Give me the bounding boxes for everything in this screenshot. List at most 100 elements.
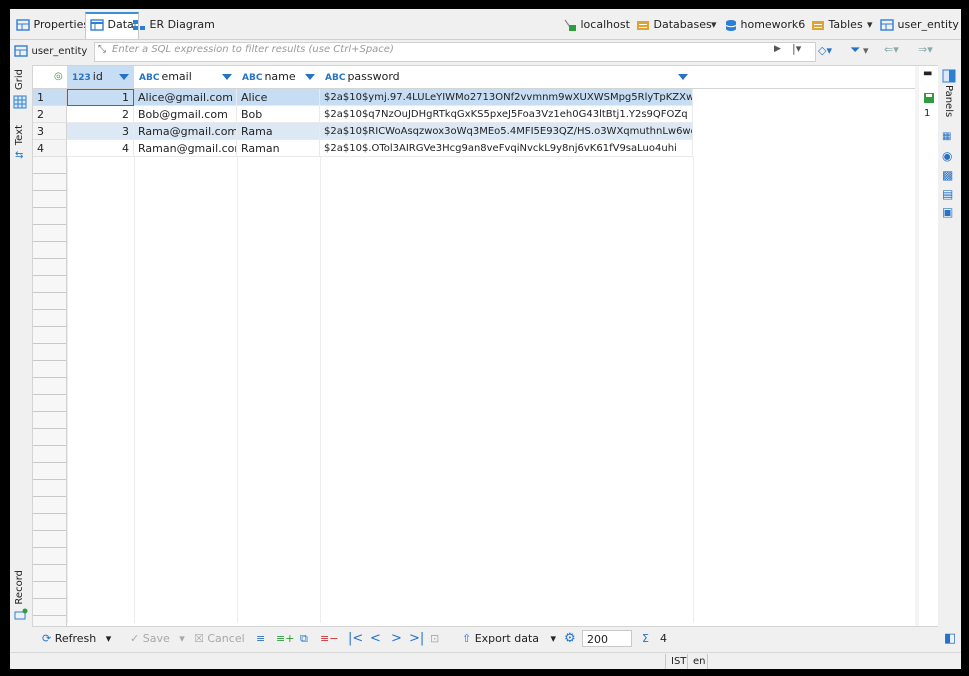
cell-name[interactable]: Bob	[237, 106, 320, 123]
cell-name[interactable]: Raman	[237, 140, 320, 157]
chevron-down-icon[interactable]: ▾	[863, 44, 869, 57]
cancel-button[interactable]: ☒ Cancel	[194, 627, 245, 651]
chevron-down-icon[interactable]: ▾	[179, 632, 185, 645]
breadcrumb-table[interactable]: user_entity	[880, 17, 959, 33]
cell-email[interactable]: Bob@gmail.com	[134, 106, 237, 123]
grid-tab[interactable]: Grid	[14, 69, 25, 90]
calc-panel-icon[interactable]: ▤	[942, 187, 953, 201]
breadcrumb-chevron-1[interactable]: ▾	[711, 17, 717, 33]
text-tab[interactable]: Text	[14, 125, 25, 145]
empty-row	[33, 412, 915, 429]
cell-id[interactable]: 1	[67, 89, 134, 106]
forward-arrow-icon[interactable]: ⇒▾	[918, 43, 933, 56]
back-arrow-icon[interactable]: ⇐▾	[884, 43, 899, 56]
breadcrumb-databases[interactable]: Databases	[636, 17, 712, 33]
cell-password[interactable]: $2a$10$RICWoAsqzwox3oWq3MEo5.4MFI5E93QZ/…	[320, 123, 693, 140]
cell-name[interactable]: Alice	[237, 89, 320, 106]
cell-id[interactable]: 2	[67, 106, 134, 123]
cell-email[interactable]: Raman@gmail.com	[134, 140, 237, 157]
empty-row-number	[33, 276, 67, 293]
empty-row-number	[33, 191, 67, 208]
empty-row	[33, 242, 915, 259]
column-header-password[interactable]: ABC password	[320, 66, 694, 89]
last-page-icon[interactable]: >|	[409, 627, 424, 651]
cancel-icon: ☒	[194, 632, 204, 645]
entity-selector[interactable]: user_entity	[14, 44, 87, 57]
row-count-icon[interactable]: Σ	[642, 627, 649, 651]
transform-icon[interactable]: ⇆	[15, 150, 23, 161]
filter-placeholder: Enter a SQL expression to filter results…	[112, 44, 394, 55]
breadcrumb-tables-label: Tables	[828, 18, 863, 31]
minimize-icon[interactable]: ▬	[923, 68, 932, 79]
toggle-panel-icon[interactable]: ◧	[944, 627, 956, 651]
save-button[interactable]: ✓ Save ▾	[130, 627, 185, 651]
filter-history-icon[interactable]: |▾	[792, 42, 801, 55]
record-tab[interactable]: Record	[14, 570, 25, 605]
export-data-button[interactable]: ⇧ Export data ▾	[462, 627, 556, 651]
grid-icon[interactable]	[13, 95, 27, 109]
sort-arrow-icon[interactable]	[222, 74, 232, 80]
cell-id[interactable]: 3	[67, 123, 134, 140]
next-page-icon[interactable]: >	[391, 627, 402, 651]
references-panel-icon[interactable]: ▣	[942, 205, 953, 219]
table-row[interactable]: 1 1 Alice@gmail.com Alice $2a$10$ymj.97.…	[33, 89, 919, 106]
copy-row-icon[interactable]: ⧉	[300, 627, 308, 651]
filter-bar: user_entity ⤡ Enter a SQL expression to …	[10, 40, 961, 64]
empty-row	[33, 293, 915, 310]
sort-arrow-icon[interactable]	[119, 74, 129, 80]
sort-arrow-icon[interactable]	[305, 74, 315, 80]
tab-properties[interactable]: Properties	[12, 14, 93, 36]
first-page-icon[interactable]: |<	[348, 627, 363, 651]
chevron-down-icon[interactable]: ▾	[551, 632, 557, 645]
row-number[interactable]: 1	[33, 89, 67, 106]
fetch-all-icon[interactable]: ⊡	[430, 627, 439, 651]
cell-email[interactable]: Alice@gmail.com	[134, 89, 237, 106]
row-number[interactable]: 4	[33, 140, 67, 157]
refresh-button[interactable]: ⟳ Refresh ▾	[42, 627, 111, 651]
properties-icon	[16, 19, 30, 31]
panels-icon[interactable]	[942, 69, 956, 83]
cell-id[interactable]: 4	[67, 140, 134, 157]
tab-er-diagram[interactable]: ER Diagram	[128, 14, 219, 36]
cell-password[interactable]: $2a$10$.OTol3AIRGVe3Hcg9an8veFvqiNvckL9y…	[320, 140, 693, 157]
sort-arrow-icon[interactable]	[678, 74, 688, 80]
delete-row-icon[interactable]: ≡−	[320, 627, 338, 651]
settings-gear-icon[interactable]: ⚙	[564, 627, 576, 651]
breadcrumb-connection[interactable]: localhost	[563, 17, 630, 33]
cell-name[interactable]: Rama	[237, 123, 320, 140]
row-number[interactable]: 2	[33, 106, 67, 123]
prev-page-icon[interactable]: <	[370, 627, 381, 651]
apply-filter-icon[interactable]: ▶	[774, 44, 781, 54]
filter-input[interactable]: ⤡ Enter a SQL expression to filter resul…	[94, 42, 816, 62]
editor-tabs: Properties Data ER Diagram localhost Dat…	[10, 9, 961, 40]
column-header-email[interactable]: ABC email	[134, 66, 238, 89]
breadcrumb-chevron-2[interactable]: ▾	[867, 17, 873, 33]
breadcrumb-tables[interactable]: Tables	[811, 17, 863, 33]
panels-tab[interactable]: Panels	[943, 85, 954, 117]
grouping-panel-icon[interactable]: ▩	[942, 168, 953, 182]
row-number-header[interactable]: ◎	[33, 66, 68, 89]
table-row[interactable]: 4 4 Raman@gmail.com Raman $2a$10$.OTol3A…	[33, 140, 919, 157]
row-number[interactable]: 3	[33, 123, 67, 140]
breadcrumb-database[interactable]: homework6	[725, 17, 805, 33]
add-row-icon[interactable]: ≡+	[276, 627, 294, 651]
column-header-name[interactable]: ABC name	[237, 66, 321, 89]
cell-password[interactable]: $2a$10$ymj.97.4LULeYIWMo2713ONf2vvmnm9wX…	[320, 89, 693, 106]
cell-email[interactable]: Rama@gmail.com	[134, 123, 237, 140]
select-all-icon[interactable]: ◎	[54, 66, 63, 88]
record-icon[interactable]	[14, 608, 28, 620]
column-header-id[interactable]: 123 id	[67, 66, 135, 89]
chevron-down-icon[interactable]: ▾	[106, 632, 112, 645]
fetch-size-input[interactable]: 200	[582, 630, 632, 647]
string-type-icon: ABC	[139, 73, 160, 83]
panels-bar: Panels ▦ ◉ ▩ ▤ ▣	[939, 65, 959, 625]
empty-row	[33, 548, 915, 565]
funnel-icon[interactable]: ⏷	[850, 43, 860, 58]
eraser-icon[interactable]: ◇▾	[818, 44, 832, 57]
edit-row-icon[interactable]: ≡	[256, 627, 265, 651]
table-row[interactable]: 3 3 Rama@gmail.com Rama $2a$10$RICWoAsqz…	[33, 123, 919, 140]
properties-panel-icon[interactable]: ▦	[942, 131, 951, 142]
metadata-panel-icon[interactable]: ◉	[942, 149, 952, 163]
table-row[interactable]: 2 2 Bob@gmail.com Bob $2a$10$q7NzOuJDHgR…	[33, 106, 919, 123]
cell-password[interactable]: $2a$10$q7NzOuJDHgRTkqGxKS5pxeJ5Foa3Vz1eh…	[320, 106, 693, 123]
